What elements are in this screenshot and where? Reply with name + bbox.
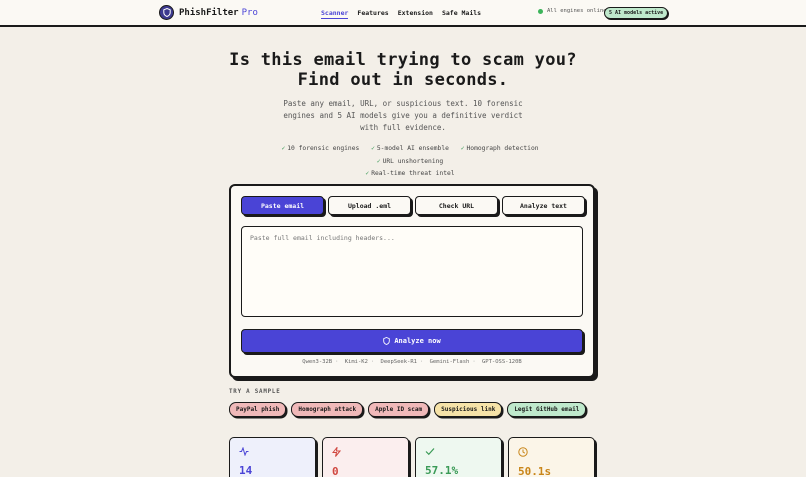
model-name: Qwen3-32B <box>302 359 333 365</box>
brand-logo[interactable]: PhishFilter Pro <box>159 5 258 20</box>
hero-subtitle: Paste any email, URL, or suspicious text… <box>283 99 523 132</box>
check-icon: ✓ <box>281 145 286 152</box>
feature-item: ✓ URL unshortening <box>376 157 444 165</box>
model-name: DeepSeek-R1 <box>380 359 417 365</box>
nav-link-scanner[interactable]: Scanner <box>321 9 349 19</box>
sample-chip-suspicious-link[interactable]: Suspicious link <box>434 402 503 417</box>
nav-links: Scanner Features Extension Safe Mails <box>321 9 481 19</box>
scanner-card: Paste email Upload .eml Check URL Analyz… <box>229 184 595 378</box>
check-icon: ✓ <box>371 145 375 152</box>
feature-item: ✓ Real-time threat intel <box>365 170 455 177</box>
check-icon: ✓ <box>376 157 381 165</box>
feature-item: ✓ 10 forensic engines <box>281 145 360 152</box>
analyze-button-label: Analyze now <box>394 337 441 345</box>
check-icon: ✓ <box>460 145 465 152</box>
sample-chip-github[interactable]: Legit GitHub email <box>507 402 587 417</box>
sample-chip-apple-id[interactable]: Apple ID scam <box>368 402 430 417</box>
nav-link-features[interactable]: Features <box>357 9 388 19</box>
sample-chip-paypal[interactable]: PayPal phish <box>229 402 287 417</box>
brand-name: PhishFilter <box>179 7 239 18</box>
tab-check-url[interactable]: Check URL <box>415 196 498 215</box>
model-name: Gemini-Flash <box>429 359 470 365</box>
stats-row: 14 0 57.1% 50.1s <box>229 437 595 477</box>
sample-chip-homograph[interactable]: Homograph attack <box>291 402 364 417</box>
tab-paste-email[interactable]: Paste email <box>241 196 324 215</box>
stat-value: 0 <box>332 465 339 477</box>
model-list: Qwen3-32B · Kimi-K2 · DeepSeek-R1 · Gemini-… <box>302 359 522 365</box>
check-icon <box>425 447 492 459</box>
status-text: All engines online <box>547 8 607 14</box>
analyze-button[interactable]: Analyze now <box>241 329 583 353</box>
model-name: GPT-OSS-120B <box>481 359 522 365</box>
feature-list: ✓ 10 forensic engines ✓ 5-model AI ensembl… <box>240 143 580 181</box>
engine-status: All engines online <box>538 8 607 14</box>
nav-link-extension[interactable]: Extension <box>398 9 433 19</box>
activity-icon <box>239 446 306 459</box>
tab-analyze-text[interactable]: Analyze text <box>502 196 585 215</box>
stat-card: 14 <box>229 437 316 477</box>
check-icon: ✓ <box>365 170 370 177</box>
shield-icon <box>383 337 391 345</box>
tab-upload-eml[interactable]: Upload .eml <box>328 196 411 215</box>
feature-item: ✓ Homograph detection <box>460 145 539 152</box>
brand-suffix: Pro <box>241 7 258 18</box>
page-title: Is this email trying to scam you? Find o… <box>0 50 806 90</box>
sample-chips: PayPal phish Homograph attack Apple ID s… <box>229 402 587 417</box>
title-line-2: Find out in seconds. <box>297 70 509 90</box>
feature-item: ✓ 5-model AI ensemble <box>371 145 449 152</box>
stat-value: 14 <box>239 464 253 477</box>
stat-card: 0 <box>322 437 409 477</box>
shield-icon <box>159 5 174 20</box>
nav-link-safe-mails[interactable]: Safe Mails <box>442 9 481 19</box>
stat-card: 57.1% <box>415 437 502 477</box>
status-dot-icon <box>538 8 543 14</box>
zap-icon <box>331 445 399 460</box>
stat-value: 50.1s <box>518 465 552 477</box>
models-active-badge: 5 AI models active <box>604 7 669 19</box>
samples-label: TRY A SAMPLE <box>229 389 281 395</box>
stat-card: 50.1s <box>508 437 595 477</box>
model-name: Kimi-K2 <box>344 359 368 365</box>
stat-value: 57.1% <box>425 464 459 477</box>
input-mode-tabs: Paste email Upload .eml Check URL Analyz… <box>241 196 585 215</box>
clock-icon <box>518 447 585 460</box>
title-line-1: Is this email trying to scam you? <box>229 50 577 70</box>
top-nav: PhishFilter Pro Scanner Features Extensio… <box>0 0 806 27</box>
email-input[interactable] <box>241 226 583 317</box>
